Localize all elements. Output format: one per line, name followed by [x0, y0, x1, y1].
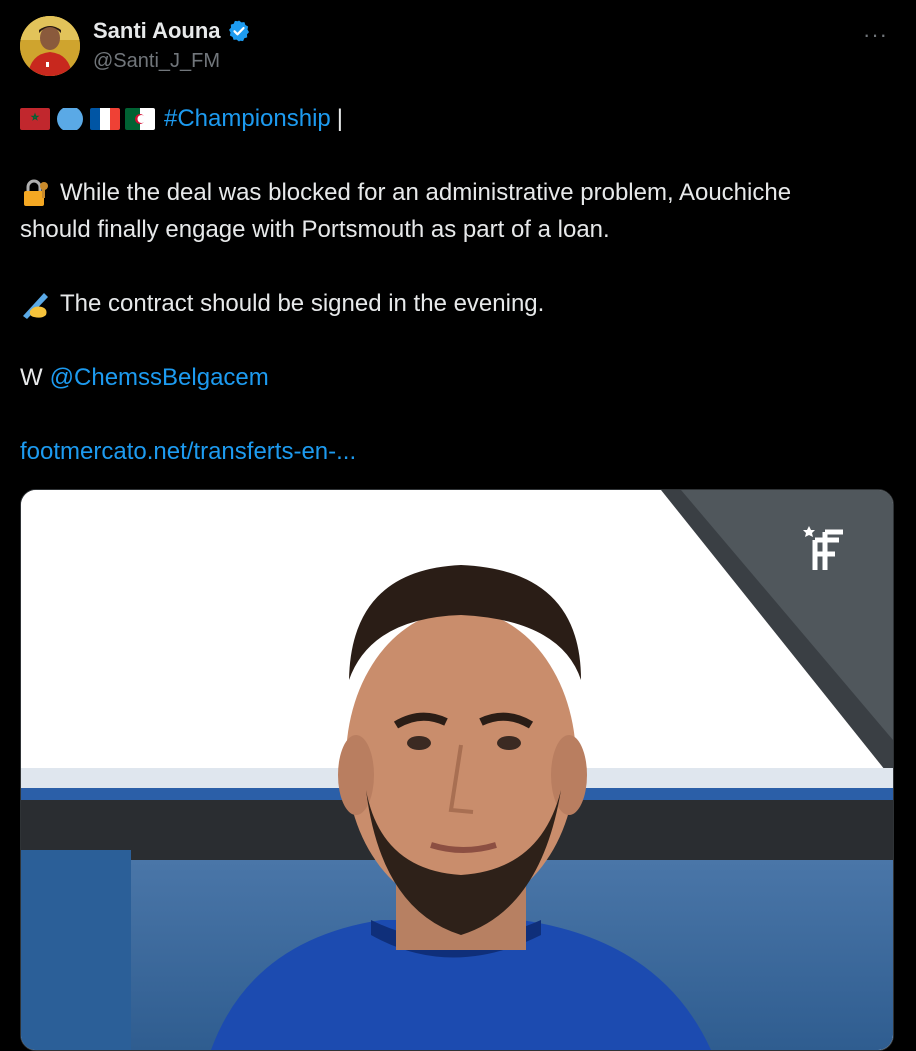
- tweet-text: #Championship | While the deal was block…: [20, 100, 900, 470]
- france-flag-icon: [90, 107, 120, 130]
- flags-line: #Championship |: [20, 100, 900, 137]
- locked-with-key-icon: [24, 179, 48, 206]
- hashtag-link[interactable]: #Championship: [164, 100, 331, 137]
- more-options-icon[interactable]: ···: [863, 22, 888, 48]
- text-line-2: should finally engage with Portsmouth as…: [20, 216, 610, 243]
- verified-badge-icon: [228, 20, 249, 42]
- text-line-1: While the deal was blocked for an admini…: [20, 174, 900, 211]
- text-line-3: The contract should be signed in the eve…: [20, 285, 900, 322]
- blue-circle-icon: [57, 107, 83, 130]
- avatar-image: [20, 16, 80, 76]
- separator: |: [336, 105, 344, 132]
- credit-line: W @ChemssBelgacem: [20, 359, 900, 396]
- author-handle[interactable]: @Santi_J_FM: [93, 50, 220, 73]
- algeria-flag-icon: [125, 107, 155, 130]
- url-line: footmercato.net/transferts-en-...: [20, 433, 900, 470]
- article-link[interactable]: footmercato.net/transferts-en-...: [20, 433, 356, 470]
- morocco-flag-icon: [20, 107, 50, 130]
- mention-link[interactable]: @ChemssBelgacem: [50, 359, 269, 396]
- player-stadium-photo: [21, 490, 893, 1050]
- author-avatar[interactable]: [20, 16, 80, 76]
- writing-hand-icon: [23, 292, 48, 319]
- tweet-media-image[interactable]: [20, 489, 894, 1051]
- author-name[interactable]: Santi Aouna: [93, 18, 221, 44]
